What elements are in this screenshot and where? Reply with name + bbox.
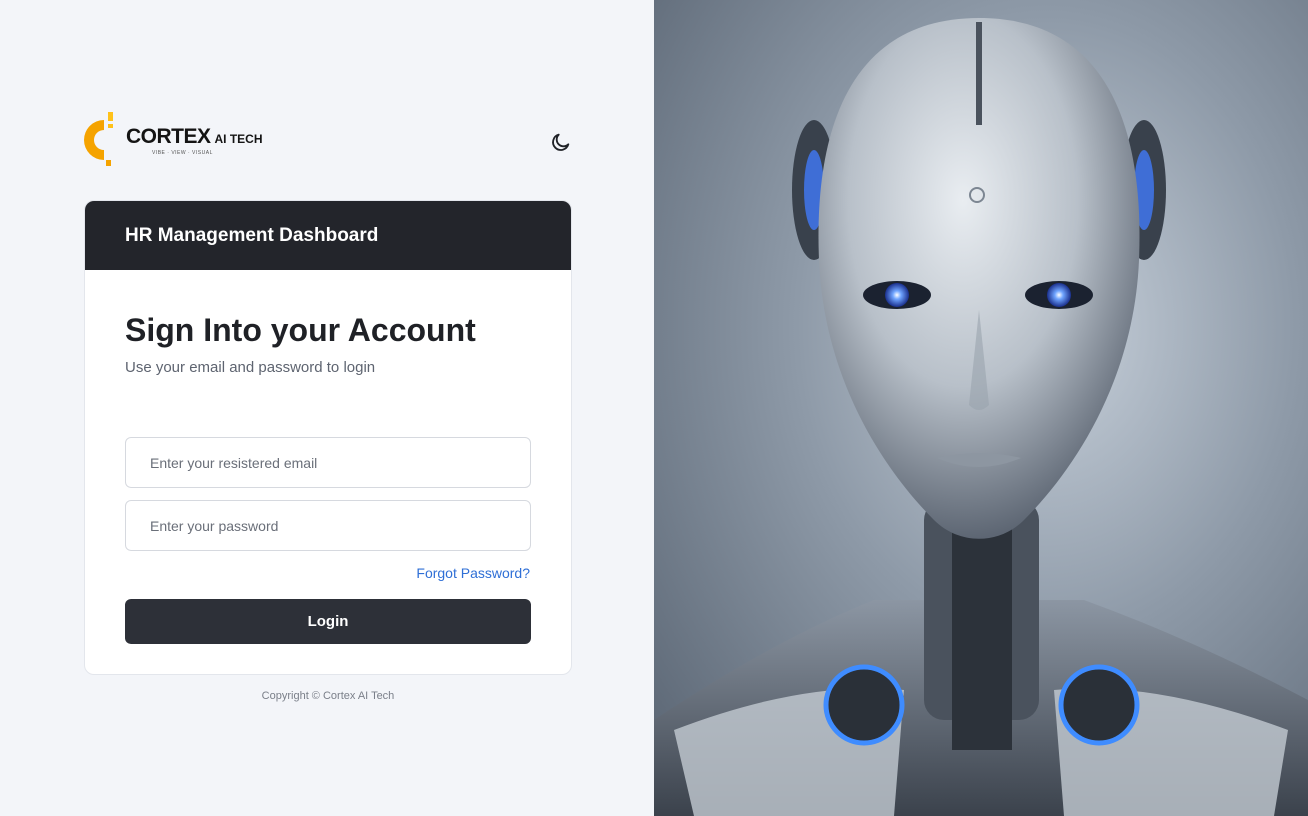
- dashboard-title: HR Management Dashboard: [125, 224, 379, 246]
- card-header: HR Management Dashboard: [85, 201, 571, 270]
- robot-portrait-icon: [654, 18, 1308, 816]
- logo-suffix: AI TECH: [214, 131, 263, 146]
- forgot-password-link[interactable]: Forgot Password?: [416, 565, 530, 581]
- email-input[interactable]: [126, 438, 530, 487]
- page-subtitle: Use your email and password to login: [125, 359, 376, 376]
- logo-tagline: VIBE · VIEW · VISUAL: [152, 149, 213, 156]
- login-pane: CORTEX AI TECH VIBE · VIEW · VISUAL HR M…: [0, 0, 654, 816]
- email-field: [125, 437, 531, 488]
- copyright-text: Copyright © Cortex AI Tech: [261, 690, 395, 702]
- login-card: HR Management Dashboard Sign Into your A…: [84, 200, 572, 675]
- logo-name: CORTEX: [126, 124, 211, 148]
- hero-image: [654, 0, 1308, 816]
- password-field: [125, 500, 531, 551]
- moon-icon: [552, 133, 570, 151]
- logo-mark-icon: [82, 110, 122, 170]
- login-button[interactable]: Login: [125, 599, 531, 644]
- page-title: Sign Into your Account: [125, 312, 476, 348]
- password-input[interactable]: [126, 501, 530, 550]
- logo-wordmark: CORTEX AI TECH VIBE · VIEW · VISUAL: [126, 125, 263, 156]
- company-logo: CORTEX AI TECH VIBE · VIEW · VISUAL: [82, 110, 263, 170]
- theme-toggle-button[interactable]: [549, 130, 573, 154]
